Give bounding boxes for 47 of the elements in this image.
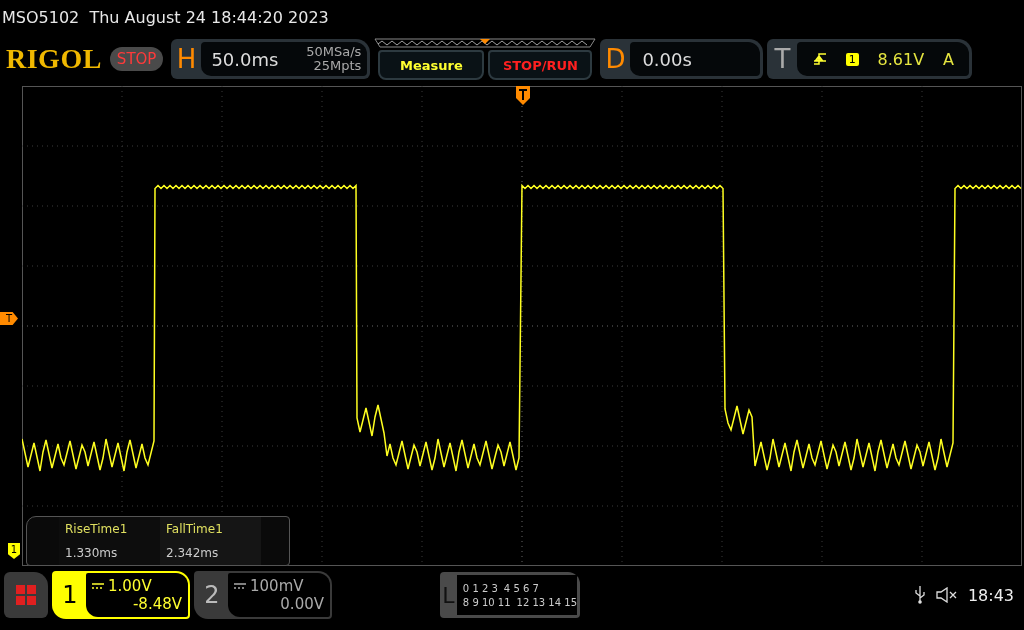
trigger-level-marker[interactable]: T <box>0 312 18 325</box>
dc-coupling-icon <box>234 582 246 590</box>
logic-channel-numbers: 4 5 6 7 <box>503 582 539 594</box>
clock-time: 18:43 <box>967 585 1014 605</box>
delay-value: 0.00s <box>641 48 693 70</box>
rising-edge-icon <box>812 52 827 66</box>
logic-channel-numbers: 12 13 14 15 <box>516 596 577 608</box>
panel-label: T <box>773 44 792 74</box>
measurement-value: 1.330ms <box>65 546 119 560</box>
muted-speaker-icon <box>935 587 958 603</box>
timebase-value: 50.0ms <box>210 48 280 70</box>
measurement-value: 2.342ms <box>166 546 220 560</box>
panel-label: L <box>441 581 456 610</box>
panel-label: D <box>604 44 627 74</box>
channel-offset: -8.48V <box>132 595 182 613</box>
memory-depth: 25Mpts <box>313 59 362 73</box>
trigger-level: 8.61V <box>877 49 925 69</box>
channel-badge: 1 <box>845 52 859 66</box>
channel-number: 2 <box>203 580 221 611</box>
sample-rate: 50MSa/s <box>306 45 362 59</box>
channel-marker[interactable]: 1 <box>8 543 20 559</box>
channel-panel[interactable]: 2 100mV 0.00V <box>194 571 332 619</box>
run-state-badge: STOP <box>109 47 164 71</box>
timebase-panel[interactable]: H 50.0ms 50MSa/s 25Mpts <box>171 39 371 79</box>
panel-label: H <box>175 44 198 74</box>
channel-scale: 100mV <box>250 577 304 595</box>
measure-button[interactable]: Measure <box>378 50 485 80</box>
dc-coupling-icon <box>92 582 104 590</box>
channel-panel[interactable]: 1 1.00V -8.48V <box>52 571 190 619</box>
window-title: MSO5102 Thu August 24 18:44:20 2023 <box>1 6 330 29</box>
channel-scale: 1.00V <box>108 577 152 595</box>
logic-panel[interactable]: L 0 1 2 3 4 5 6 7 8 9 10 11 12 13 14 15 <box>440 572 580 618</box>
logic-channel-numbers: 0 1 2 3 <box>462 582 498 594</box>
trigger-mode: A <box>943 49 954 69</box>
channel-number: 1 <box>61 580 79 611</box>
stop-run-button[interactable]: STOP/RUN <box>488 50 593 80</box>
channel-offset: 0.00V <box>280 595 324 613</box>
brand-logo: RIGOL <box>6 43 102 75</box>
delay-panel[interactable]: D 0.00s <box>600 39 764 79</box>
trigger-panel[interactable]: T 1 8.61V A <box>767 39 973 79</box>
logic-channel-numbers: 8 9 10 11 <box>462 596 511 608</box>
measurement-name: RiseTime1 <box>65 522 129 536</box>
grid-squares-icon <box>15 584 37 606</box>
usb-icon <box>913 586 926 604</box>
trigger-position-icon <box>516 86 530 106</box>
measurement-name: FallTime1 <box>166 522 224 536</box>
menu-button[interactable] <box>4 572 48 618</box>
